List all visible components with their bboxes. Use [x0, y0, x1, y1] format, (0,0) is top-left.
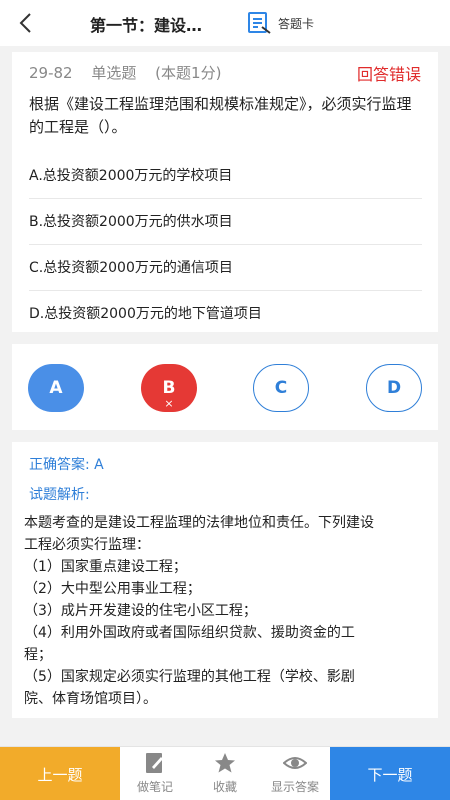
take-note-label: 做笔记: [136, 780, 173, 794]
wrong-mark-icon: ×: [164, 397, 174, 410]
option-d[interactable]: D.总投资额2000万元的地下管道项目: [29, 291, 422, 337]
explanation-line: 程；: [24, 647, 52, 663]
explanation-panel: 正确答案: A 试题解析: 本题考查的是建设工程监理的法律地位和责任。下列建设 …: [12, 442, 438, 718]
chevron-left-icon: [19, 13, 31, 33]
option-a[interactable]: A.总投资额2000万元的学校项目: [29, 153, 422, 199]
analysis-label: 试题解析:: [29, 487, 90, 503]
explanation-line: （5）国家规定必须实行监理的其他工程（学校、影剧: [24, 669, 355, 685]
explanation-line: 工程必须实行监理：: [24, 537, 150, 553]
question-number: 29-82: [29, 64, 73, 82]
explanation-line: 本题考查的是建设工程监理的法律地位和责任。下列建设: [24, 515, 374, 531]
explanation-line: （2）大中型公用事业工程；: [24, 581, 201, 597]
explanation-line: （1）国家重点建设工程；: [24, 559, 187, 575]
explanation-line: （4）利用外国政府或者国际组织贷款、援助资金的工: [24, 625, 355, 641]
take-note-button[interactable]: 做笔记: [120, 751, 190, 799]
star-icon: [215, 753, 235, 773]
choice-letter: D: [386, 378, 402, 398]
question-meta: 29-82 单选题 (本题1分): [29, 62, 235, 83]
eye-icon: [283, 757, 307, 769]
option-c[interactable]: C.总投资额2000万元的通信项目: [29, 245, 422, 291]
show-answer-label: 显示答案: [270, 780, 319, 794]
page-title: 第一节：建设…: [90, 16, 203, 35]
back-button[interactable]: [12, 8, 42, 38]
answer-result: 回答错误: [356, 65, 421, 84]
choice-b-button[interactable]: B ×: [141, 364, 197, 412]
answer-card-button[interactable]: 答题卡: [246, 6, 336, 40]
explanation-line: 院、体育场馆项目）。: [24, 691, 157, 707]
show-answer-button[interactable]: 显示答案: [260, 751, 330, 799]
choice-letter: C: [274, 378, 288, 398]
question-type: 单选题: [91, 64, 137, 82]
note-icon: [146, 753, 163, 773]
answer-card-label: 答题卡: [278, 16, 315, 31]
bottom-bar: 上一题 做笔记 收藏 显示答案 下一题: [0, 746, 450, 800]
choice-d-button[interactable]: D: [366, 364, 422, 412]
explanation-line: （3）成片开发建设的住宅小区工程；: [24, 603, 257, 619]
choice-letter: A: [49, 378, 63, 398]
question-stem: 根据《建设工程监理范围和规模标准规定》，必须实行监理的工程是（）。: [29, 95, 412, 136]
answer-card-icon: [248, 12, 271, 34]
correct-answer: 正确答案: A: [29, 457, 104, 473]
choice-letter: B: [162, 378, 176, 398]
favorite-label: 收藏: [212, 780, 237, 794]
option-b[interactable]: B.总投资额2000万元的供水项目: [29, 199, 422, 245]
choice-panel: A B × C D: [12, 344, 438, 430]
favorite-button[interactable]: 收藏: [190, 751, 260, 799]
top-bar: 第一节：建设… 答题卡: [0, 0, 450, 46]
next-question-button[interactable]: 下一题: [330, 747, 450, 800]
question-score: (本题1分): [155, 64, 222, 82]
choice-c-button[interactable]: C: [253, 364, 309, 412]
prev-question-button[interactable]: 上一题: [0, 747, 120, 800]
choice-a-button[interactable]: A: [28, 364, 84, 412]
question-panel: 29-82 单选题 (本题1分) 回答错误 根据《建设工程监理范围和规模标准规定…: [12, 52, 438, 332]
